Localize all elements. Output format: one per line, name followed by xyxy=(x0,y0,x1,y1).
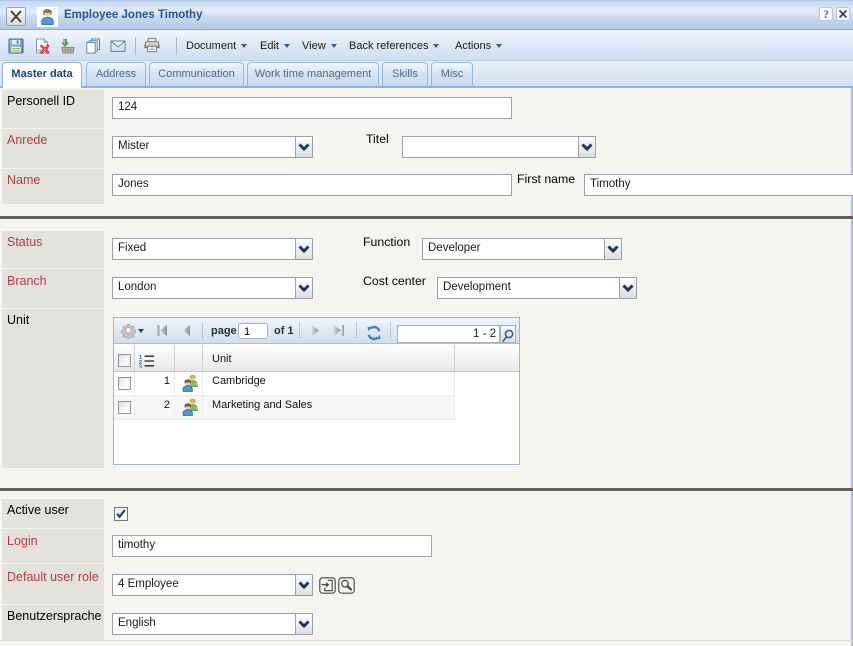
svg-text:?: ? xyxy=(823,9,829,21)
svg-text:3: 3 xyxy=(139,365,142,369)
